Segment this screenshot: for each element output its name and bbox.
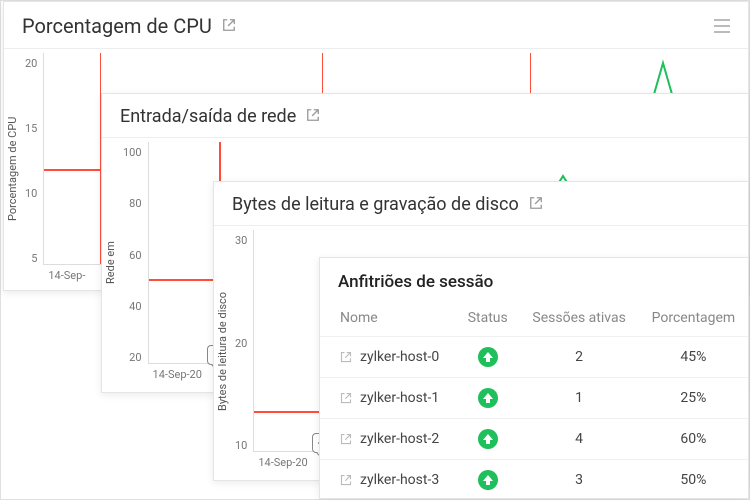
percentage: 60% bbox=[639, 419, 748, 460]
tick: 20 bbox=[129, 351, 141, 364]
status-up-icon bbox=[478, 388, 498, 408]
y-axis-label: Rede em bbox=[102, 142, 119, 384]
session-hosts-title: Anfitriões de sessão bbox=[338, 272, 730, 292]
external-link-icon[interactable] bbox=[222, 17, 236, 36]
menu-icon[interactable] bbox=[714, 19, 730, 33]
external-link-icon[interactable] bbox=[340, 392, 352, 404]
status-up-icon bbox=[478, 429, 498, 449]
host-name: zylker-host-3 bbox=[360, 472, 439, 488]
host-name: zylker-host-1 bbox=[360, 390, 439, 406]
status-up-icon bbox=[478, 347, 498, 367]
status-up-icon bbox=[478, 470, 498, 490]
external-link-icon[interactable] bbox=[340, 433, 352, 445]
cpu-card-header: Porcentagem de CPU bbox=[4, 2, 748, 49]
external-link-icon[interactable] bbox=[529, 195, 543, 214]
y-axis-label: Bytes de leitura de disco bbox=[214, 230, 231, 472]
y-ticks: 20 15 10 5 bbox=[21, 53, 43, 285]
tick: 30 bbox=[235, 234, 247, 247]
percentage: 45% bbox=[639, 337, 748, 378]
percentage: 25% bbox=[639, 378, 748, 419]
table-row[interactable]: zylker-host-3 350% bbox=[320, 460, 748, 500]
external-link-icon[interactable] bbox=[340, 474, 352, 486]
tick: 10 bbox=[25, 187, 37, 200]
tick: 15 bbox=[25, 122, 37, 135]
tick: 40 bbox=[129, 300, 141, 313]
x-axis-label: 14-Sep-20 bbox=[153, 368, 202, 381]
table-row[interactable]: zylker-host-0 245% bbox=[320, 337, 748, 378]
tick: 80 bbox=[129, 197, 141, 210]
col-name: Nome bbox=[320, 302, 456, 337]
host-name: zylker-host-0 bbox=[360, 349, 439, 365]
col-status: Status bbox=[456, 302, 519, 337]
col-sessions: Sessões ativas bbox=[519, 302, 638, 337]
col-percentage: Porcentagem bbox=[639, 302, 748, 337]
tick: 5 bbox=[31, 252, 37, 265]
disk-card-header: Bytes de leitura e gravação de disco bbox=[214, 182, 748, 226]
table-row[interactable]: zylker-host-1 125% bbox=[320, 378, 748, 419]
cpu-card-title: Porcentagem de CPU bbox=[22, 14, 212, 38]
tick: 10 bbox=[235, 439, 247, 452]
table-row[interactable]: zylker-host-2 460% bbox=[320, 419, 748, 460]
x-axis-label: 14-Sep- bbox=[48, 269, 85, 282]
active-sessions: 4 bbox=[519, 419, 638, 460]
session-hosts-card: Anfitriões de sessão Nome Status Sessões… bbox=[319, 257, 749, 499]
network-card-title: Entrada/saída de rede bbox=[120, 106, 296, 127]
host-name: zylker-host-2 bbox=[360, 431, 439, 447]
y-axis-label: Porcentagem de CPU bbox=[4, 53, 21, 285]
session-hosts-header: Anfitriões de sessão bbox=[320, 258, 748, 302]
active-sessions: 3 bbox=[519, 460, 638, 500]
y-ticks: 100 80 60 40 20 bbox=[119, 142, 148, 384]
tick: 100 bbox=[123, 146, 142, 159]
percentage: 50% bbox=[639, 460, 748, 500]
disk-card-title: Bytes de leitura e gravação de disco bbox=[232, 194, 519, 215]
tick: 20 bbox=[25, 57, 37, 70]
tick: 20 bbox=[235, 337, 247, 350]
external-link-icon[interactable] bbox=[340, 351, 352, 363]
external-link-icon[interactable] bbox=[306, 107, 320, 126]
active-sessions: 1 bbox=[519, 378, 638, 419]
x-axis-label: 14-Sep-20 bbox=[258, 456, 307, 469]
y-ticks: 30 20 10 bbox=[231, 230, 253, 472]
network-card-header: Entrada/saída de rede bbox=[102, 94, 748, 138]
session-hosts-table: Nome Status Sessões ativas Porcentagem z… bbox=[320, 302, 748, 500]
tick: 60 bbox=[129, 249, 141, 262]
active-sessions: 2 bbox=[519, 337, 638, 378]
